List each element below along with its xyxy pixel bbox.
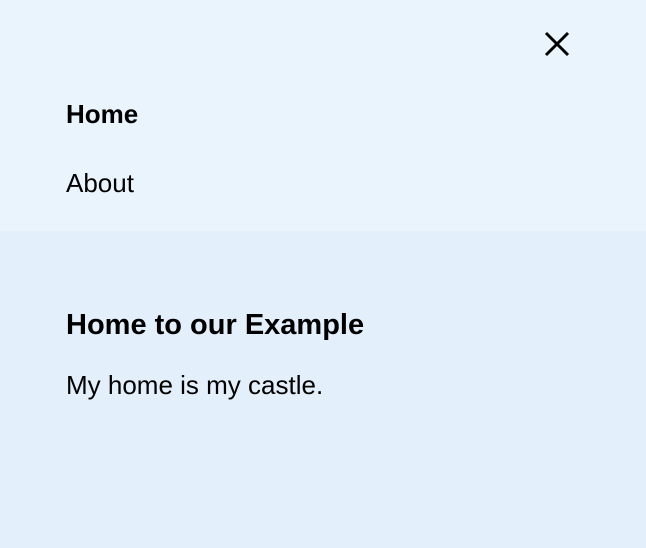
page-text: My home is my castle. [66, 370, 324, 400]
close-menu-button[interactable] [540, 27, 574, 61]
nav-item-home[interactable]: Home [66, 96, 138, 132]
nav-item-about[interactable]: About [66, 165, 138, 201]
main-content: Home to our Example My home is my castle… [0, 231, 646, 548]
close-icon [544, 31, 570, 57]
nav-menu: Home About [66, 96, 138, 234]
page-title: Home to our Example [66, 309, 365, 341]
navigation-panel: Home About [0, 0, 646, 231]
